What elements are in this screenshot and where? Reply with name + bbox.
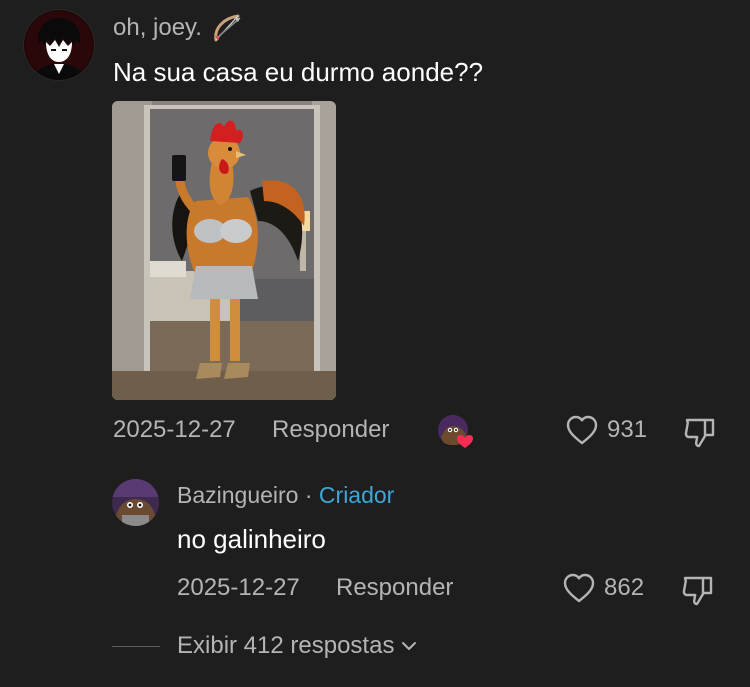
replier-username-text: Bazingueiro xyxy=(177,482,299,508)
thumbs-down-icon xyxy=(682,576,713,606)
replier-username[interactable]: Bazingueiro · Criador xyxy=(177,482,394,509)
comment-text: Na sua casa eu durmo aonde?? xyxy=(113,57,484,87)
reply-like-count: 862 xyxy=(604,574,645,601)
replies-divider xyxy=(112,646,160,647)
commenter-username[interactable]: oh, joey. xyxy=(113,12,244,44)
replier-avatar[interactable] xyxy=(112,479,159,526)
reply-dislike-button[interactable] xyxy=(680,572,716,608)
commenter-avatar[interactable] xyxy=(24,10,94,80)
comment-date: 2025-12-27 xyxy=(113,416,236,443)
reply-reply-button[interactable]: Responder xyxy=(336,574,453,602)
reply-button[interactable]: Responder xyxy=(272,416,389,444)
thumbs-down-icon xyxy=(684,418,715,448)
view-replies-label: Exibir 412 respostas xyxy=(177,632,395,659)
reply-date: 2025-12-27 xyxy=(177,574,300,601)
username-separator: · xyxy=(298,482,319,508)
heart-outline-icon xyxy=(566,415,598,445)
comment-dislike-button[interactable] xyxy=(682,414,718,450)
reply-text: no galinheiro xyxy=(177,524,326,554)
chevron-down-icon xyxy=(402,642,417,650)
view-replies-button[interactable]: Exibir 412 respostas xyxy=(177,632,418,660)
reply-like-button[interactable]: 862 xyxy=(562,572,644,604)
bow-and-arrow-icon xyxy=(210,12,244,44)
heart-outline-icon xyxy=(563,573,595,603)
creator-badge: Criador xyxy=(318,482,395,508)
comment-attached-image[interactable] xyxy=(112,101,336,400)
comment-like-count: 931 xyxy=(607,416,648,443)
creator-liked-avatar xyxy=(437,414,473,450)
commenter-username-text: oh, joey. xyxy=(113,14,202,41)
comment-like-button[interactable]: 931 xyxy=(565,414,647,446)
